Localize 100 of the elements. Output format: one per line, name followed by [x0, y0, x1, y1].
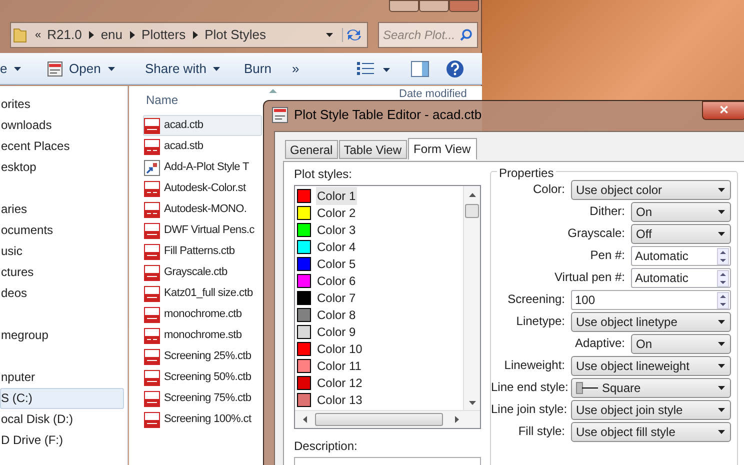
dropdown[interactable]: Square [571, 378, 731, 398]
spin-box[interactable]: Automatic [631, 246, 731, 266]
breadcrumb[interactable]: Plotters [142, 25, 186, 45]
shortcut-icon [144, 160, 160, 176]
file-row[interactable]: Autodesk-MONO. [143, 199, 262, 220]
spin-box[interactable]: Automatic [631, 268, 731, 288]
nav-item[interactable]: esktop [0, 157, 124, 178]
tab[interactable]: General [285, 140, 338, 159]
dropdown[interactable]: On [631, 202, 731, 222]
toolbar-button[interactable]: e [0, 57, 22, 81]
scroll-thumb[interactable] [465, 204, 479, 218]
minimize-button[interactable] [389, 0, 419, 12]
breadcrumb-arrow-icon [192, 31, 198, 39]
list-item[interactable]: Color 6 [316, 272, 357, 290]
dropdown[interactable]: Use object lineweight [571, 356, 731, 376]
nav-item[interactable]: S (C:) [0, 388, 124, 409]
breadcrumb[interactable]: Plot Styles [204, 25, 266, 45]
file-row[interactable]: DWF Virtual Pens.c [143, 220, 262, 241]
list-item[interactable]: Color 11 [316, 356, 362, 374]
dropdown[interactable]: Use object join style [571, 400, 731, 420]
toolbar-button[interactable]: » [292, 57, 300, 81]
list-item[interactable]: Color 8 [316, 306, 357, 324]
horizontal-scrollbar[interactable] [295, 410, 480, 428]
dropdown[interactable]: Use object linetype [571, 312, 731, 332]
column-header[interactable]: Date modified [399, 86, 467, 102]
tab[interactable]: Form View [408, 138, 477, 160]
column-header[interactable]: Name [146, 91, 178, 109]
folder-icon [13, 27, 27, 43]
list-item[interactable]: Color 12 [316, 374, 364, 392]
file-row[interactable]: Screening 100%.ct [143, 409, 262, 430]
file-row[interactable]: Autodesk-Color.st [143, 178, 262, 199]
app-icon [272, 107, 288, 123]
toolbar-button[interactable]: Burn [244, 57, 272, 81]
vertical-scrollbar[interactable] [463, 186, 480, 411]
file-row[interactable]: acad.ctb [143, 115, 262, 136]
nav-item[interactable]: aries [0, 199, 124, 220]
nav-item[interactable]: deos [0, 283, 124, 304]
file-name: acad.ctb [164, 118, 204, 134]
nav-item[interactable]: orites [0, 94, 124, 115]
list-item[interactable]: Color 13 [316, 390, 364, 408]
ctb-file-icon [144, 412, 160, 428]
file-row[interactable]: Add-A-Plot Style T [143, 157, 262, 178]
file-row[interactable]: Grayscale.ctb [143, 262, 262, 283]
dropdown[interactable]: Off [631, 224, 731, 244]
nav-item[interactable]: ocuments [0, 220, 124, 241]
toolbar-button[interactable]: Share with [145, 57, 222, 81]
ctb-file-icon [144, 222, 160, 238]
list-item[interactable]: Color 5 [316, 254, 357, 272]
dropdown-caret-icon [717, 187, 726, 193]
list-item[interactable]: Color 2 [316, 204, 357, 222]
list-item[interactable]: Color 7 [316, 288, 357, 306]
preview-pane-icon [411, 61, 429, 77]
dropdown-caret-icon [717, 385, 726, 391]
help-icon [446, 60, 464, 78]
ctb-file-icon [144, 244, 160, 260]
breadcrumb[interactable]: R21.0 [47, 25, 82, 45]
file-row[interactable]: monochrome.stb [143, 325, 262, 346]
nav-item[interactable]: D Drive (F:) [0, 430, 124, 451]
search-icon [460, 29, 472, 41]
overflow-chevron[interactable]: « [35, 26, 42, 44]
list-item[interactable]: Color 10 [316, 340, 364, 358]
stb-file-icon [144, 328, 160, 344]
list-item[interactable]: Color 9 [316, 322, 357, 340]
file-row[interactable]: acad.stb [143, 136, 262, 157]
field-label: Screening: [506, 291, 566, 308]
file-row[interactable]: Screening 75%.ctb [143, 388, 262, 409]
ctb-file-icon [144, 306, 160, 322]
close-button[interactable] [449, 0, 479, 12]
list-item[interactable]: Color 1 [316, 186, 357, 204]
toolbar-button[interactable]: Open [47, 57, 116, 81]
dropdown[interactable]: On [631, 334, 731, 354]
file-row[interactable]: Katz01_full size.ctb [143, 283, 262, 304]
address-bar[interactable]: « R21.0 enu Plotters Plot Styles [10, 22, 368, 48]
nav-item[interactable]: ownloads [0, 115, 124, 136]
search-field[interactable]: Search Plot... [378, 22, 478, 48]
dropdown[interactable]: Use object color [571, 180, 731, 200]
list-item[interactable]: Color 4 [316, 238, 357, 256]
file-row[interactable]: monochrome.ctb [143, 304, 262, 325]
breadcrumb[interactable]: enu [100, 25, 123, 45]
nav-item[interactable]: usic [0, 241, 124, 262]
window-title: Plot Style Table Editor - acad.ctb [294, 106, 482, 124]
dropdown[interactable]: Use object fill style [571, 422, 731, 442]
line-end-square-icon [576, 382, 598, 394]
spin-arrows-icon [717, 248, 729, 264]
maximize-button[interactable] [419, 0, 449, 12]
file-row[interactable]: Fill Patterns.ctb [143, 241, 262, 262]
nav-item[interactable]: nputer [0, 367, 124, 388]
spin-box[interactable]: 100 [571, 290, 731, 310]
list-item[interactable]: Color 3 [316, 220, 357, 238]
tab[interactable]: Table View [338, 140, 407, 159]
nav-item[interactable]: ctures [0, 262, 124, 283]
nav-item[interactable]: ocal Disk (D:) [0, 409, 124, 430]
file-row[interactable]: Screening 25%.ctb [143, 346, 262, 367]
file-row[interactable]: Screening 50%.ctb [143, 367, 262, 388]
scroll-thumb[interactable] [315, 413, 443, 426]
nav-item[interactable]: ecent Places [0, 136, 124, 157]
dropdown-caret-icon [717, 341, 726, 347]
nav-item[interactable]: megroup [0, 325, 124, 346]
ctb-file-icon [144, 286, 160, 302]
file-name: Screening 25%.ctb [164, 349, 252, 364]
